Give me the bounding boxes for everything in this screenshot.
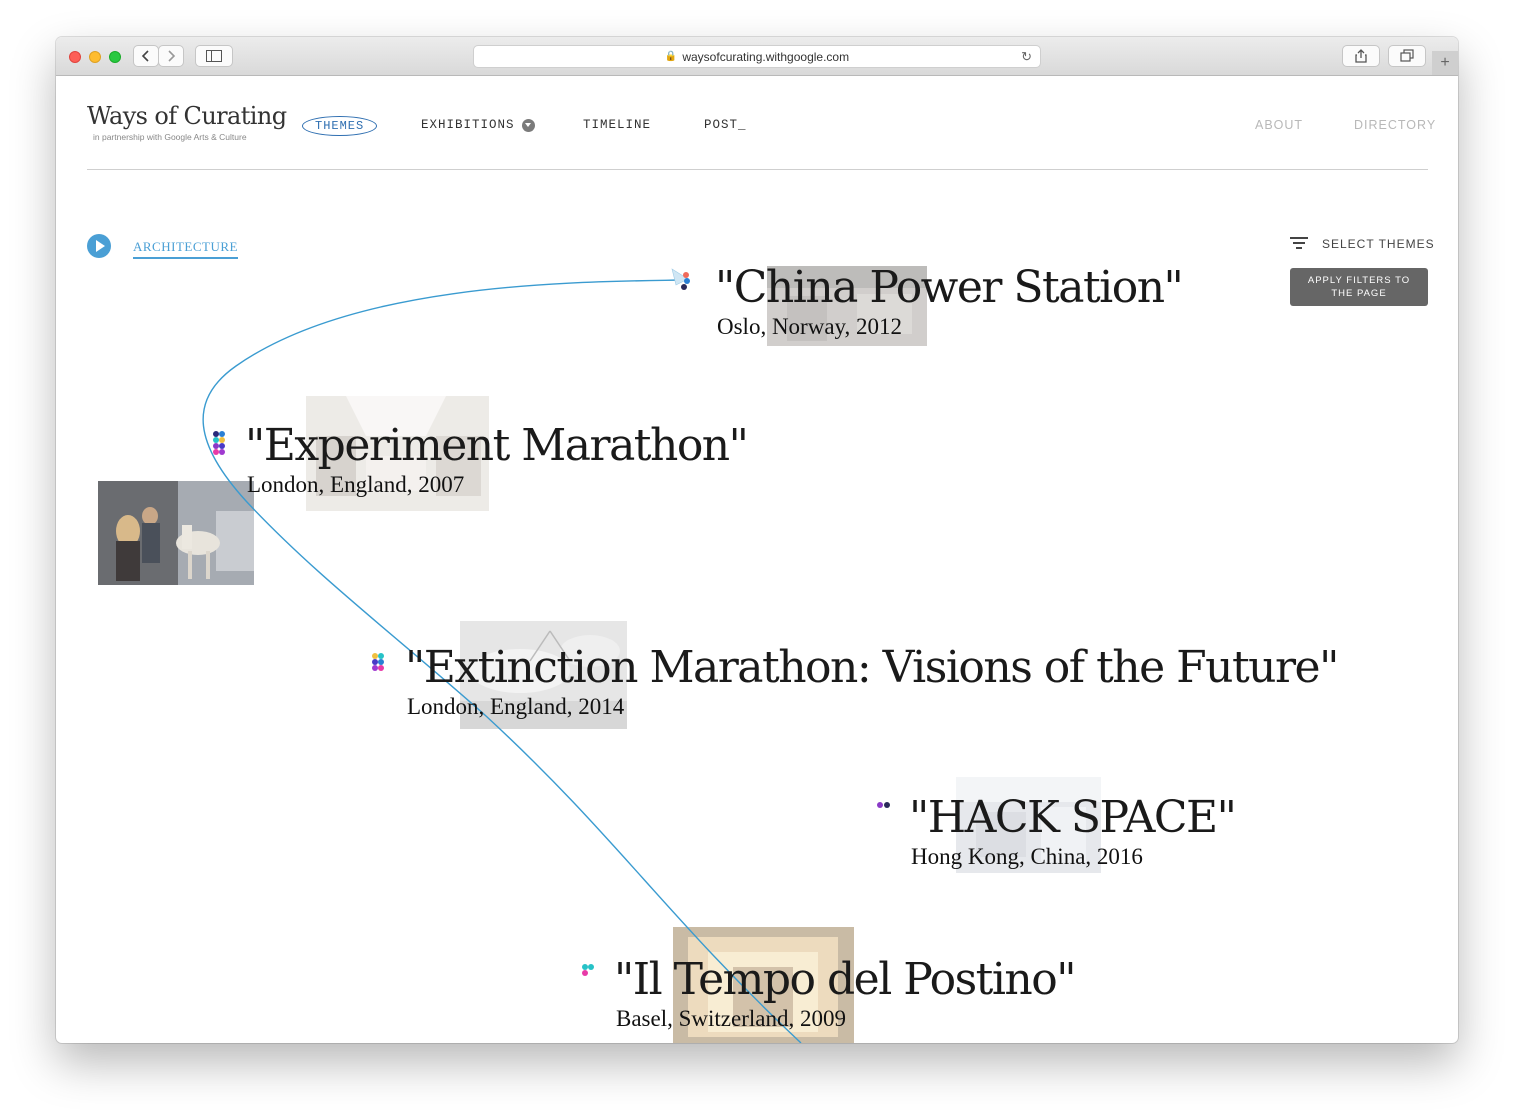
exhibition-subtitle: Oslo, Norway, 2012 [717,314,903,339]
address-bar[interactable]: 🔒 waysofcurating.withgoogle.com ↻ [473,45,1041,68]
exhibition-title: "HACK SPACE" [909,792,1237,843]
share-icon [1355,49,1367,63]
sidebar-icon [206,50,222,62]
exhibition-title: "Il Tempo del Postino" [614,954,1077,1005]
exhibition-extinction-marathon[interactable]: "Extinction Marathon: Visions of the Fut… [405,642,1339,720]
exhibition-subtitle: Basel, Switzerland, 2009 [616,1006,846,1031]
exhibition-hack-space[interactable]: "HACK SPACE" Hong Kong, China, 2016 [909,792,1237,870]
exhibition-il-tempo-del-postino[interactable]: "Il Tempo del Postino" Basel, Switzerlan… [614,954,1077,1032]
exhibition-experiment-marathon[interactable]: "Experiment Marathon" London, England, 2… [245,420,749,498]
exhibition-title: "China Power Station" [715,262,1184,313]
tabs-overview-button[interactable] [1388,45,1426,67]
address-url: waysofcurating.withgoogle.com [682,49,850,64]
timeline-curve [202,268,802,1043]
chevron-left-icon [141,50,149,62]
close-window-button[interactable] [69,51,81,63]
reload-icon[interactable]: ↻ [1021,49,1032,65]
exhibition-subtitle: London, England, 2014 [407,694,625,719]
exhibition-subtitle: Hong Kong, China, 2016 [911,844,1143,869]
tabs-icon [1400,49,1414,62]
lock-icon: 🔒 [664,51,678,62]
minimize-window-button[interactable] [89,51,101,63]
exhibition-subtitle: London, England, 2007 [247,472,465,497]
share-button[interactable] [1342,45,1380,67]
page-content: Ways of Curating in partnership with Goo… [56,76,1458,1043]
sidebar-toggle-button[interactable] [195,45,233,67]
exhibition-china-power-station[interactable]: "China Power Station" Oslo, Norway, 2012 [715,262,1184,340]
exhibition-title: "Experiment Marathon" [245,420,749,471]
forward-button[interactable] [158,45,184,67]
new-tab-button[interactable]: + [1432,51,1458,75]
browser-window: 🔒 waysofcurating.withgoogle.com ↻ + Ways… [56,37,1458,1043]
chevron-right-icon [168,50,176,62]
zoom-window-button[interactable] [109,51,121,63]
back-button[interactable] [133,45,159,67]
exhibition-title: "Extinction Marathon: Visions of the Fut… [405,642,1339,693]
browser-toolbar: 🔒 waysofcurating.withgoogle.com ↻ + [56,37,1458,76]
